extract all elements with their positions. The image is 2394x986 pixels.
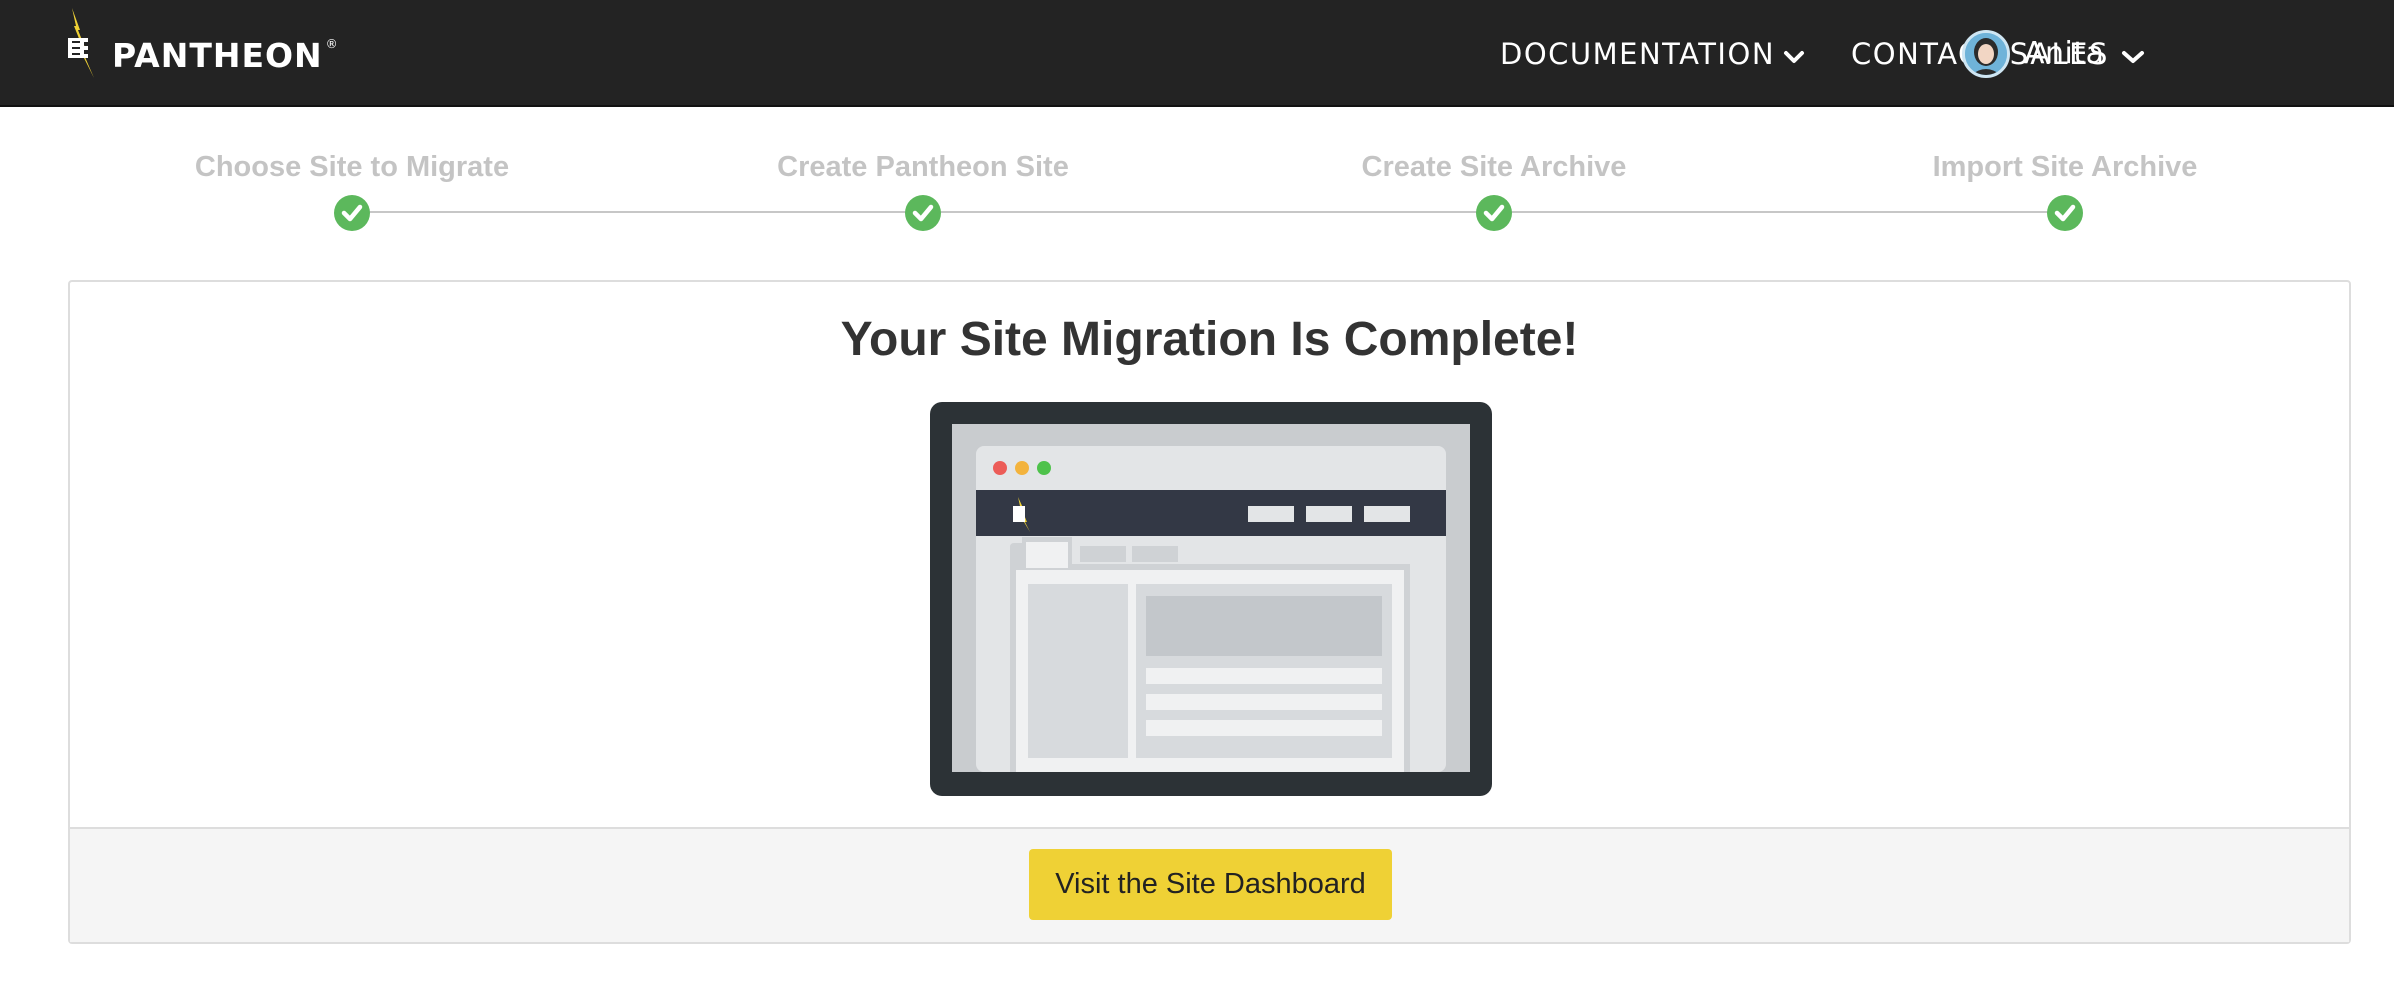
check-icon xyxy=(1476,195,1512,231)
migration-complete-card: Your Site Migration Is Complete! Visit t… xyxy=(68,280,2351,944)
user-avatar-icon xyxy=(1962,29,2010,78)
visit-dashboard-button[interactable]: Visit the Site Dashboard xyxy=(1029,849,1392,920)
documentation-label: DOCUMENTATION xyxy=(1500,36,1776,71)
page-title: Your Site Migration Is Complete! xyxy=(840,313,1579,366)
stepper-connector-line xyxy=(352,211,2064,213)
step-label: Create Site Archive xyxy=(1361,151,1627,183)
card-footer: Visit the Site Dashboard xyxy=(70,827,2349,942)
site-illustration-image xyxy=(930,402,1492,800)
check-icon xyxy=(2047,195,2083,231)
pantheon-logo[interactable]: PANTHEON ® xyxy=(64,8,338,98)
check-icon xyxy=(905,195,941,231)
user-menu[interactable]: Anita xyxy=(1962,0,2145,107)
step-create-site: Create Pantheon Site xyxy=(673,107,1173,231)
step-label: Create Pantheon Site xyxy=(777,151,1069,183)
migration-progress-stepper: Choose Site to Migrate Create Pantheon S… xyxy=(0,107,2394,277)
step-choose-site: Choose Site to Migrate xyxy=(102,107,602,231)
chevron-down-icon xyxy=(1783,38,1805,72)
top-navigation-bar: PANTHEON ® DOCUMENTATION CONTACT SALES A… xyxy=(0,0,2394,107)
step-import-archive: Import Site Archive xyxy=(1815,107,2315,231)
registered-mark: ® xyxy=(325,37,338,51)
chevron-down-icon xyxy=(2121,38,2145,72)
step-create-archive: Create Site Archive xyxy=(1244,107,1744,231)
check-icon xyxy=(334,195,370,231)
logo-text: PANTHEON xyxy=(112,35,323,75)
user-name: Anita xyxy=(2024,36,2105,71)
step-label: Choose Site to Migrate xyxy=(194,151,510,183)
step-label: Import Site Archive xyxy=(1932,151,2198,183)
documentation-menu[interactable]: DOCUMENTATION xyxy=(1500,0,1805,107)
pantheon-lightning-logo-icon xyxy=(64,8,102,98)
